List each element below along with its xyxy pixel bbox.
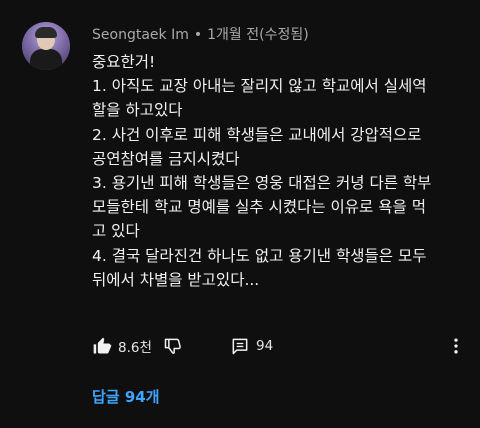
reply-count: 94 xyxy=(256,338,274,354)
comment-line: 할을 하고있다 xyxy=(92,101,183,120)
comment-line: 중요한거! xyxy=(92,53,156,71)
comment-icon xyxy=(230,336,250,356)
dislike-button[interactable] xyxy=(163,334,183,358)
like-button[interactable]: 8.6천 xyxy=(92,334,152,358)
reply-button[interactable]: 94 xyxy=(230,334,273,358)
avatar[interactable] xyxy=(22,22,70,70)
comment-line: 고 있다 xyxy=(92,222,140,241)
comment-thread: Seongtaek Im • 1개월 전(수정됨) 중요한거! 1. 아직도 교장 … xyxy=(0,0,480,428)
more-options-button[interactable] xyxy=(446,334,466,358)
like-count: 8.6천 xyxy=(118,340,152,356)
comment-line: 공연참여를 금지시켰다 xyxy=(92,149,240,168)
header-separator: • xyxy=(193,27,203,43)
comment-line: 1. 아직도 교장 아내는 잘리지 않고 학교에서 실세역 xyxy=(92,77,427,96)
author-name[interactable]: Seongtaek Im xyxy=(92,27,189,43)
comment-timestamp[interactable]: 1개월 전(수정됨) xyxy=(207,27,309,43)
thumb-up-icon xyxy=(92,336,112,356)
thumb-down-icon xyxy=(163,336,183,356)
comment-line: 2. 사건 이후로 피해 학생들은 교내에서 강압적으로 xyxy=(92,125,422,144)
view-replies-link[interactable]: 답글 94개 xyxy=(92,386,160,407)
more-vertical-icon xyxy=(446,336,466,356)
comment-line: 모들한테 학교 명예를 실추 시켰다는 이유로 욕을 먹 xyxy=(92,198,426,217)
comment-line: 3. 용기낸 피해 학생들은 영웅 대접은 커녕 다른 학부 xyxy=(92,174,432,193)
comment-line: 뒤에서 차별을 받고있다... xyxy=(92,270,260,289)
comment-header: Seongtaek Im • 1개월 전(수정됨) xyxy=(92,24,309,44)
comment-body: 중요한거! 1. 아직도 교장 아내는 잘리지 않고 학교에서 실세역 할을 하… xyxy=(92,50,462,292)
comment-actions: 8.6천 94 xyxy=(92,334,472,358)
comment-line: 4. 결국 달라진건 하나도 없고 용기낸 학생들은 모두 xyxy=(92,246,427,265)
